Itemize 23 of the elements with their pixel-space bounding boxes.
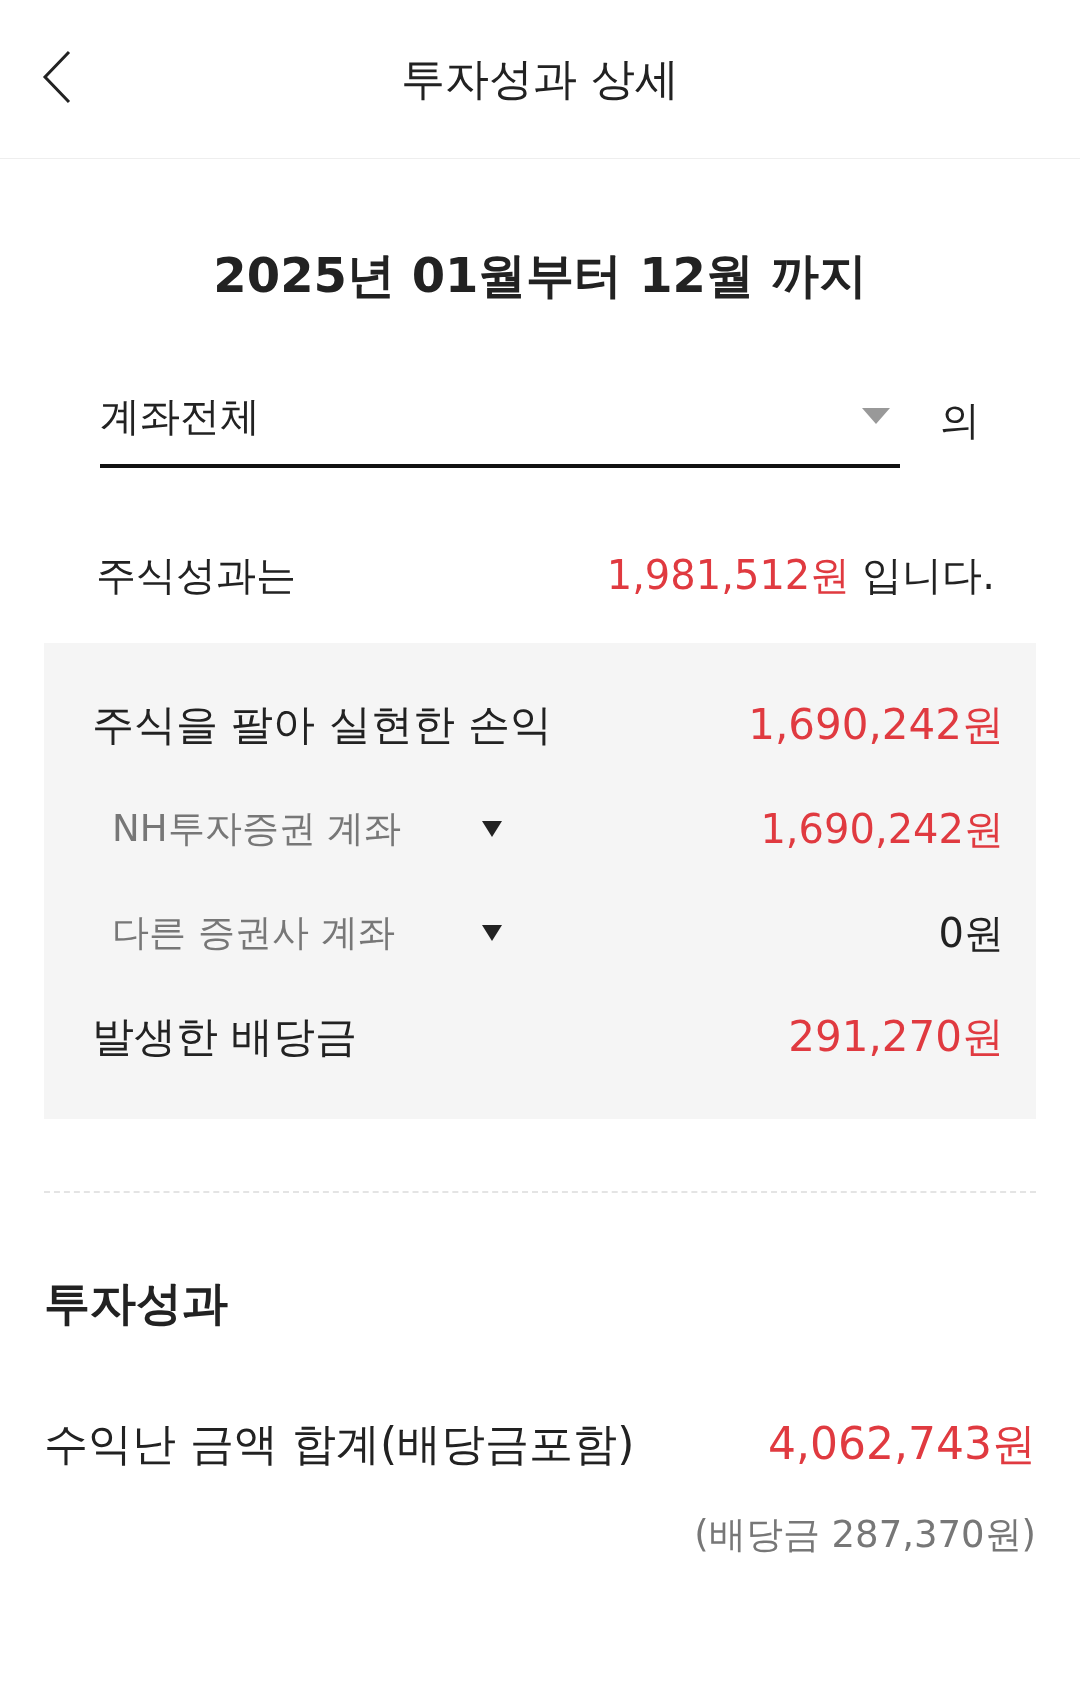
triangle-icon[interactable] xyxy=(482,821,502,837)
amount-text: 1,690,242원 xyxy=(748,699,1004,751)
row-label: 주식을 팔아 실현한 손익 xyxy=(92,699,554,751)
row-label: 발생한 배당금 xyxy=(92,1011,359,1063)
summary-suffix: 입니다. xyxy=(862,551,995,600)
summary-label: 주식성과는 xyxy=(96,551,296,600)
dividend-note: (배당금 287,370원) xyxy=(693,1512,1036,1558)
row-label: 수익난 금액 합계(배당금포함) xyxy=(44,1417,635,1471)
amount-text: 4,062,743원 xyxy=(768,1417,1036,1471)
back-icon[interactable] xyxy=(42,50,72,104)
page-title: 투자성과 상세 xyxy=(401,51,679,106)
amount-text: 1,690,242원 xyxy=(760,804,1004,854)
summary-amount: 1,981,512원 xyxy=(606,551,851,600)
account-toggle[interactable]: NH투자증권 계좌 xyxy=(112,804,482,854)
suffix-text: 의 xyxy=(940,396,980,445)
caret-icon xyxy=(862,408,890,424)
account-toggle[interactable]: 다른 증권사 계좌 xyxy=(112,908,482,958)
period-title: 2025년 01월부터 12월 까지 xyxy=(212,246,868,305)
section-title: 투자성과 xyxy=(44,1275,229,1332)
account-dropdown[interactable]: 계좌전체 xyxy=(100,368,900,468)
triangle-icon[interactable] xyxy=(482,925,502,941)
amount-text: 0원 xyxy=(938,908,1004,958)
amount-text: 291,270원 xyxy=(788,1011,1004,1063)
